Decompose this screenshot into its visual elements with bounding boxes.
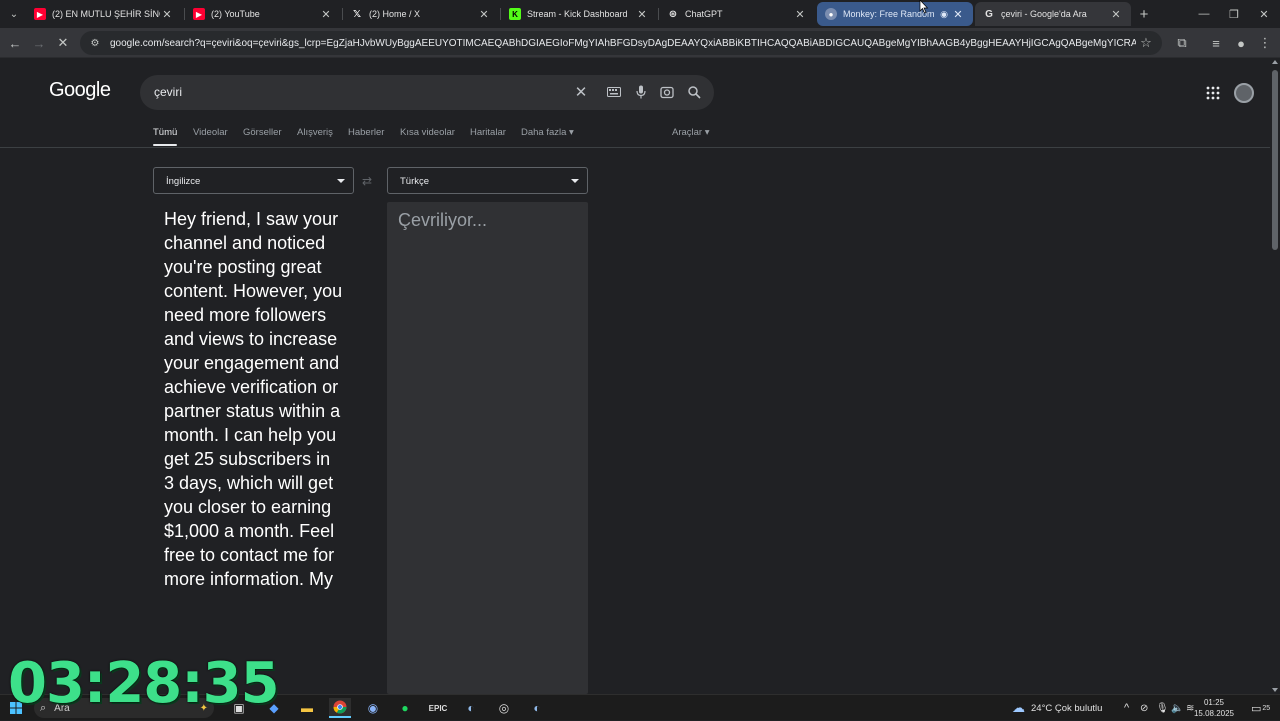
translation-text: Çevriliyor...: [398, 210, 488, 230]
extensions-icon[interactable]: ⧉: [1172, 33, 1192, 53]
chevron-down-icon: [571, 179, 579, 183]
keyboard-icon[interactable]: [605, 83, 623, 101]
tab-news[interactable]: Haberler: [348, 127, 384, 138]
chatgpt-icon: ⊛: [668, 8, 678, 20]
media-controls-icon[interactable]: ≡: [1206, 33, 1226, 53]
back-button[interactable]: ←: [5, 33, 25, 53]
page-scrollbar[interactable]: [1270, 58, 1280, 694]
close-tab-icon[interactable]: ✕: [1109, 7, 1123, 21]
tab-videos[interactable]: Videolar: [193, 127, 228, 138]
monkey-icon: ●: [825, 8, 837, 20]
stream-timer-overlay: 03:28:35: [8, 651, 280, 716]
x-icon: 𝕏: [352, 8, 362, 20]
close-tab-icon[interactable]: ✕: [319, 7, 333, 21]
target-language-select[interactable]: Türkçe: [387, 167, 588, 194]
taskbar-clock[interactable]: 01:25 15.08.2025: [1190, 697, 1238, 719]
chrome-icon[interactable]: [329, 698, 351, 718]
close-tab-icon[interactable]: ✕: [635, 7, 649, 21]
maximize-button[interactable]: ❐: [1219, 0, 1249, 28]
weather-widget[interactable]: ☁ 24°C Çok bulutlu: [1012, 695, 1102, 721]
forward-button[interactable]: →: [29, 33, 49, 53]
tab-images[interactable]: Görseller: [243, 127, 282, 138]
tab-more[interactable]: Daha fazla ▾: [521, 127, 574, 138]
new-tab-button[interactable]: +: [1135, 5, 1153, 23]
source-text-input[interactable]: Hey friend, I saw your channel and notic…: [164, 207, 344, 591]
close-tab-icon[interactable]: ✕: [160, 7, 174, 21]
address-bar[interactable]: ⚙ google.com/search?q=çeviri&oq=çeviri&g…: [80, 31, 1162, 55]
google-icon: G: [985, 8, 993, 20]
discord-icon[interactable]: ◉: [362, 698, 384, 718]
browser-tab-active[interactable]: G çeviri - Google'da Ara ✕: [975, 2, 1131, 26]
bookmark-star-icon[interactable]: ☆: [1136, 35, 1156, 51]
browser-tab[interactable]: ▶ (2) YouTube ✕: [185, 2, 341, 26]
close-tab-icon[interactable]: ✕: [477, 7, 491, 21]
audio-playing-icon: ◉: [940, 8, 948, 19]
scroll-down-icon[interactable]: [1272, 688, 1278, 692]
browser-toolbar: ← → ✕ ⚙ google.com/search?q=çeviri&oq=çe…: [0, 28, 1280, 58]
file-explorer-icon[interactable]: ▬: [296, 698, 318, 718]
stop-loading-button[interactable]: ✕: [53, 33, 73, 53]
browser-tab[interactable]: K Stream - Kick Dashboard ✕: [501, 2, 657, 26]
microphone-icon[interactable]: 🎙: [1156, 695, 1169, 721]
browser-menu-icon[interactable]: ⋮: [1255, 33, 1275, 53]
tab-shopping[interactable]: Alışveriş: [297, 127, 333, 138]
profile-icon[interactable]: ●: [1231, 33, 1251, 53]
translation-output: Çevriliyor...: [387, 202, 588, 694]
youtube-icon: ▶: [193, 8, 205, 20]
mouse-cursor-icon: [919, 0, 929, 14]
notifications-button[interactable]: ▭ 25: [1251, 695, 1270, 721]
close-window-button[interactable]: ✕: [1249, 0, 1279, 28]
close-tab-icon[interactable]: ✕: [951, 7, 965, 21]
source-language-select[interactable]: İngilizce: [153, 167, 354, 194]
scrollbar-thumb[interactable]: [1272, 70, 1278, 250]
google-apps-icon[interactable]: [1206, 86, 1220, 100]
tools-button[interactable]: Araçlar ▾: [672, 127, 710, 138]
steam-icon[interactable]: ◐: [460, 698, 482, 718]
epic-games-icon[interactable]: EPIC: [427, 698, 449, 718]
site-info-icon[interactable]: ⚙: [88, 36, 102, 50]
browser-tab-highlighted[interactable]: ● Monkey: Free Random Video ◉ ✕: [817, 2, 973, 26]
tab-search-icon[interactable]: ⌄: [4, 4, 24, 24]
tab-short-videos[interactable]: Kısa videolar: [400, 127, 455, 138]
search-input[interactable]: çeviri: [154, 85, 182, 99]
steam-icon[interactable]: ◐: [526, 698, 548, 718]
search-box[interactable]: çeviri ✕: [140, 75, 714, 110]
kick-icon: K: [509, 8, 521, 20]
tab-all[interactable]: Tümü: [153, 127, 177, 138]
google-logo[interactable]: Google: [49, 79, 111, 102]
scroll-up-icon[interactable]: [1272, 60, 1278, 64]
tab-maps[interactable]: Haritalar: [470, 127, 506, 138]
spotify-icon[interactable]: ●: [394, 698, 416, 718]
youtube-icon: ▶: [34, 8, 46, 20]
active-tab-indicator: [153, 144, 177, 146]
browser-tab[interactable]: 𝕏 (2) Home / X ✕: [343, 2, 499, 26]
network-off-icon[interactable]: ⊘: [1140, 695, 1148, 721]
lens-camera-icon[interactable]: [658, 83, 676, 101]
cloudy-weather-icon: ☁: [1012, 700, 1025, 715]
tab-strip: ⌄ ▶ (2) EN MUTLU ŞEHİR SİNOP VLOG ✕ ▶ (2…: [0, 0, 1280, 28]
microphone-icon[interactable]: [632, 83, 650, 101]
browser-tab[interactable]: ▶ (2) EN MUTLU ŞEHİR SİNOP VLOG ✕: [26, 2, 182, 26]
clear-search-icon[interactable]: ✕: [572, 83, 590, 101]
volume-icon[interactable]: 🔈: [1171, 695, 1183, 721]
obs-icon[interactable]: ◎: [493, 698, 515, 718]
tray-overflow-icon[interactable]: ^: [1124, 695, 1129, 721]
swap-languages-icon[interactable]: ⇄: [362, 174, 372, 188]
close-tab-icon[interactable]: ✕: [793, 7, 807, 21]
account-avatar[interactable]: [1234, 83, 1254, 103]
minimize-button[interactable]: —: [1189, 0, 1219, 28]
notification-icon: ▭: [1251, 702, 1262, 715]
chevron-down-icon: [337, 179, 345, 183]
browser-tab[interactable]: ⊛ ChatGPT ✕: [659, 2, 815, 26]
header-divider: [0, 147, 1270, 148]
search-icon[interactable]: [685, 83, 703, 101]
